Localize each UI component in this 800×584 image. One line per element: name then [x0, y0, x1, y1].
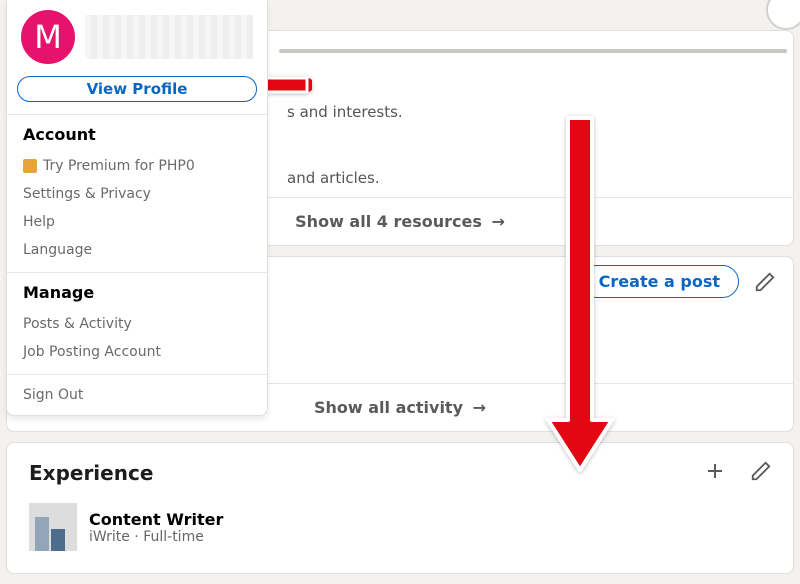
create-post-label: Create a post: [599, 272, 720, 291]
show-all-activity-label: Show all activity: [314, 398, 463, 417]
experience-text: Content Writer iWrite · Full-time: [89, 510, 223, 545]
view-profile-button[interactable]: View Profile: [17, 76, 257, 102]
sign-out-item[interactable]: Sign Out: [7, 374, 267, 415]
premium-badge-icon: [23, 159, 37, 173]
sign-out-label: Sign Out: [23, 387, 83, 403]
manage-section: Manage Posts & Activity Job Posting Acco…: [7, 272, 267, 374]
view-profile-label: View Profile: [87, 80, 188, 98]
experience-subtitle: iWrite · Full-time: [89, 529, 223, 545]
edit-icon[interactable]: [749, 459, 773, 483]
help-label: Help: [23, 214, 55, 230]
try-premium-label: Try Premium for PHP0: [43, 158, 195, 174]
dropdown-header: M: [7, 0, 267, 68]
account-section: Account Try Premium for PHP0 Settings & …: [7, 114, 267, 272]
company-logo: [29, 503, 77, 551]
account-heading: Account: [23, 125, 251, 144]
posts-activity-item[interactable]: Posts & Activity: [23, 310, 251, 338]
posts-activity-label: Posts & Activity: [23, 316, 132, 332]
arrow-right-icon: →: [473, 398, 486, 417]
experience-card: Experience Content Writer iWrite · Full-…: [6, 442, 794, 574]
job-posting-item[interactable]: Job Posting Account: [23, 338, 251, 366]
avatar-initial: M: [34, 18, 62, 56]
experience-item[interactable]: Content Writer iWrite · Full-time: [29, 503, 771, 551]
job-posting-label: Job Posting Account: [23, 344, 161, 360]
experience-title: Content Writer: [89, 510, 223, 529]
show-all-resources-label: Show all 4 resources: [295, 212, 482, 231]
corner-circle: [766, 0, 800, 30]
language-item[interactable]: Language: [23, 236, 251, 264]
add-icon[interactable]: [703, 459, 727, 483]
edit-icon[interactable]: [753, 270, 777, 294]
experience-actions: [703, 459, 773, 483]
language-label: Language: [23, 242, 92, 258]
redacted-name: [85, 15, 253, 59]
avatar[interactable]: M: [21, 10, 75, 64]
experience-heading: Experience: [29, 461, 771, 485]
me-dropdown: M View Profile Account Try Premium for P…: [6, 0, 268, 416]
redacted-bar: [279, 49, 787, 53]
try-premium-item[interactable]: Try Premium for PHP0: [23, 152, 251, 180]
settings-privacy-label: Settings & Privacy: [23, 186, 151, 202]
activity-actions: Create a post: [580, 265, 777, 298]
settings-privacy-item[interactable]: Settings & Privacy: [23, 180, 251, 208]
create-post-button[interactable]: Create a post: [580, 265, 739, 298]
arrow-right-icon: →: [491, 212, 504, 231]
help-item[interactable]: Help: [23, 208, 251, 236]
manage-heading: Manage: [23, 283, 251, 302]
